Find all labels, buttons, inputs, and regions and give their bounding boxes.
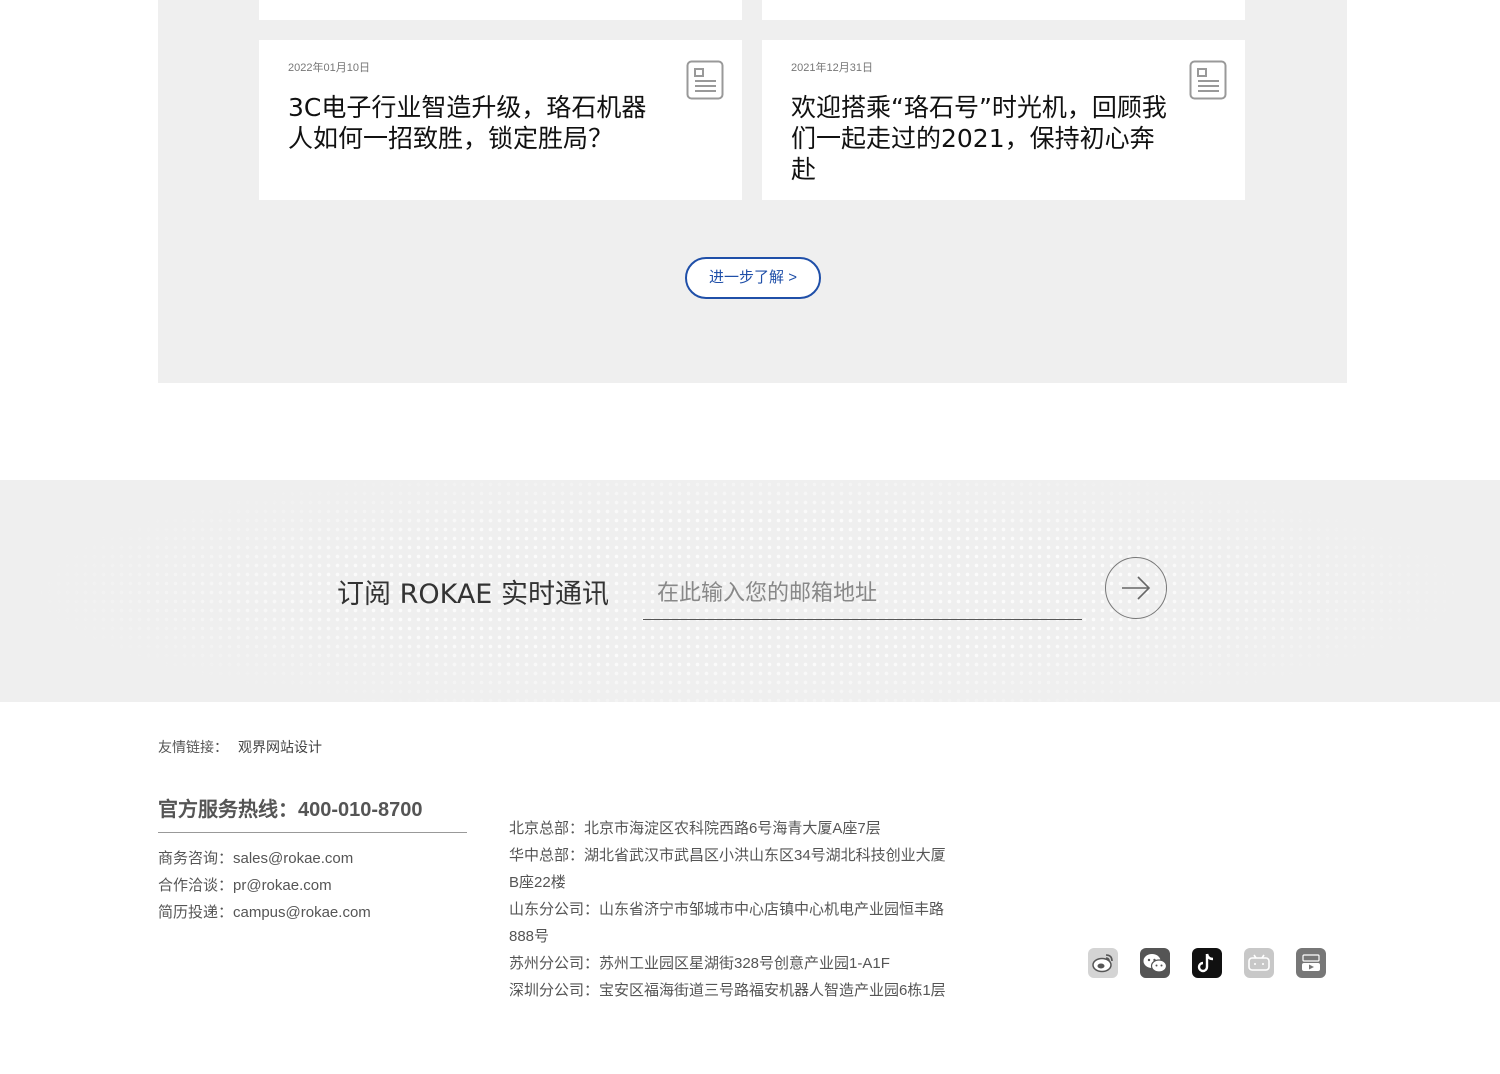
wechat-icon[interactable] — [1140, 948, 1170, 978]
contact-item[interactable]: 简历投递：campus@rokae.com — [158, 899, 371, 926]
learn-more-button[interactable]: 进一步了解 > — [685, 257, 821, 299]
service-hotline: 官方服务热线：400-010-8700 — [158, 793, 467, 833]
contact-item[interactable]: 商务咨询：sales@rokae.com — [158, 845, 371, 872]
news-date: 2021年12月31日 — [791, 62, 873, 74]
news-date: 2022年01月10日 — [288, 62, 370, 74]
news-section: 2022年01月10日 3C电子行业智造升级，珞石机器人如何一招致胜，锁定胜局？… — [158, 0, 1347, 383]
news-card[interactable]: 2021年12月31日 欢迎搭乘“珞石号”时光机，回顾我们一起走过的2021，保… — [762, 40, 1245, 200]
subscribe-submit-button[interactable] — [1105, 557, 1167, 619]
arrow-right-icon — [1122, 576, 1151, 600]
friend-link[interactable]: 观界网站设计 — [238, 739, 322, 755]
address-item: 山东分公司：山东省济宁市邹城市中心店镇中心机电产业园恒丰路888号 — [509, 901, 945, 945]
news-title[interactable]: 3C电子行业智造升级，珞石机器人如何一招致胜，锁定胜局？ — [288, 92, 668, 154]
social-links — [1088, 948, 1326, 978]
news-card[interactable]: 2022年01月10日 3C电子行业智造升级，珞石机器人如何一招致胜，锁定胜局？ — [259, 40, 742, 200]
bilibili-icon[interactable] — [1244, 948, 1274, 978]
subscribe-title: 订阅 ROKAE 实时通讯 — [337, 579, 609, 610]
news-card-partial[interactable] — [762, 0, 1245, 20]
tiktok-icon[interactable] — [1192, 948, 1222, 978]
address-item: 华中总部：湖北省武汉市武昌区小洪山东区34号湖北科技创业大厦B座22楼 — [509, 847, 946, 891]
friend-links: 友情链接： 观界网站设计 — [158, 737, 322, 757]
friend-links-label: 友情链接： — [158, 739, 228, 755]
address-item: 苏州分公司：苏州工业园区星湖街328号创意产业园1-A1F — [509, 955, 890, 972]
address-list: 北京总部：北京市海淀区农科院西路6号海青大厦A座7层 华中总部：湖北省武汉市武昌… — [509, 815, 949, 1004]
news-card-partial[interactable] — [259, 0, 742, 20]
youtube-icon[interactable] — [1296, 948, 1326, 978]
email-input[interactable] — [643, 568, 1082, 620]
address-item: 北京总部：北京市海淀区农科院西路6号海青大厦A座7层 — [509, 820, 881, 837]
contact-item[interactable]: 合作洽谈：pr@rokae.com — [158, 872, 371, 899]
contact-list: 商务咨询：sales@rokae.com 合作洽谈：pr@rokae.com 简… — [158, 845, 371, 926]
address-item: 深圳分公司：宝安区福海街道三号路福安机器人智造产业园6栋1层 — [509, 982, 946, 999]
weibo-icon[interactable] — [1088, 948, 1118, 978]
subscribe-section: 订阅 ROKAE 实时通讯 — [0, 480, 1500, 702]
news-title[interactable]: 欢迎搭乘“珞石号”时光机，回顾我们一起走过的2021，保持初心奔赴 — [791, 92, 1171, 185]
newspaper-icon — [1189, 60, 1227, 100]
newspaper-icon — [686, 60, 724, 100]
